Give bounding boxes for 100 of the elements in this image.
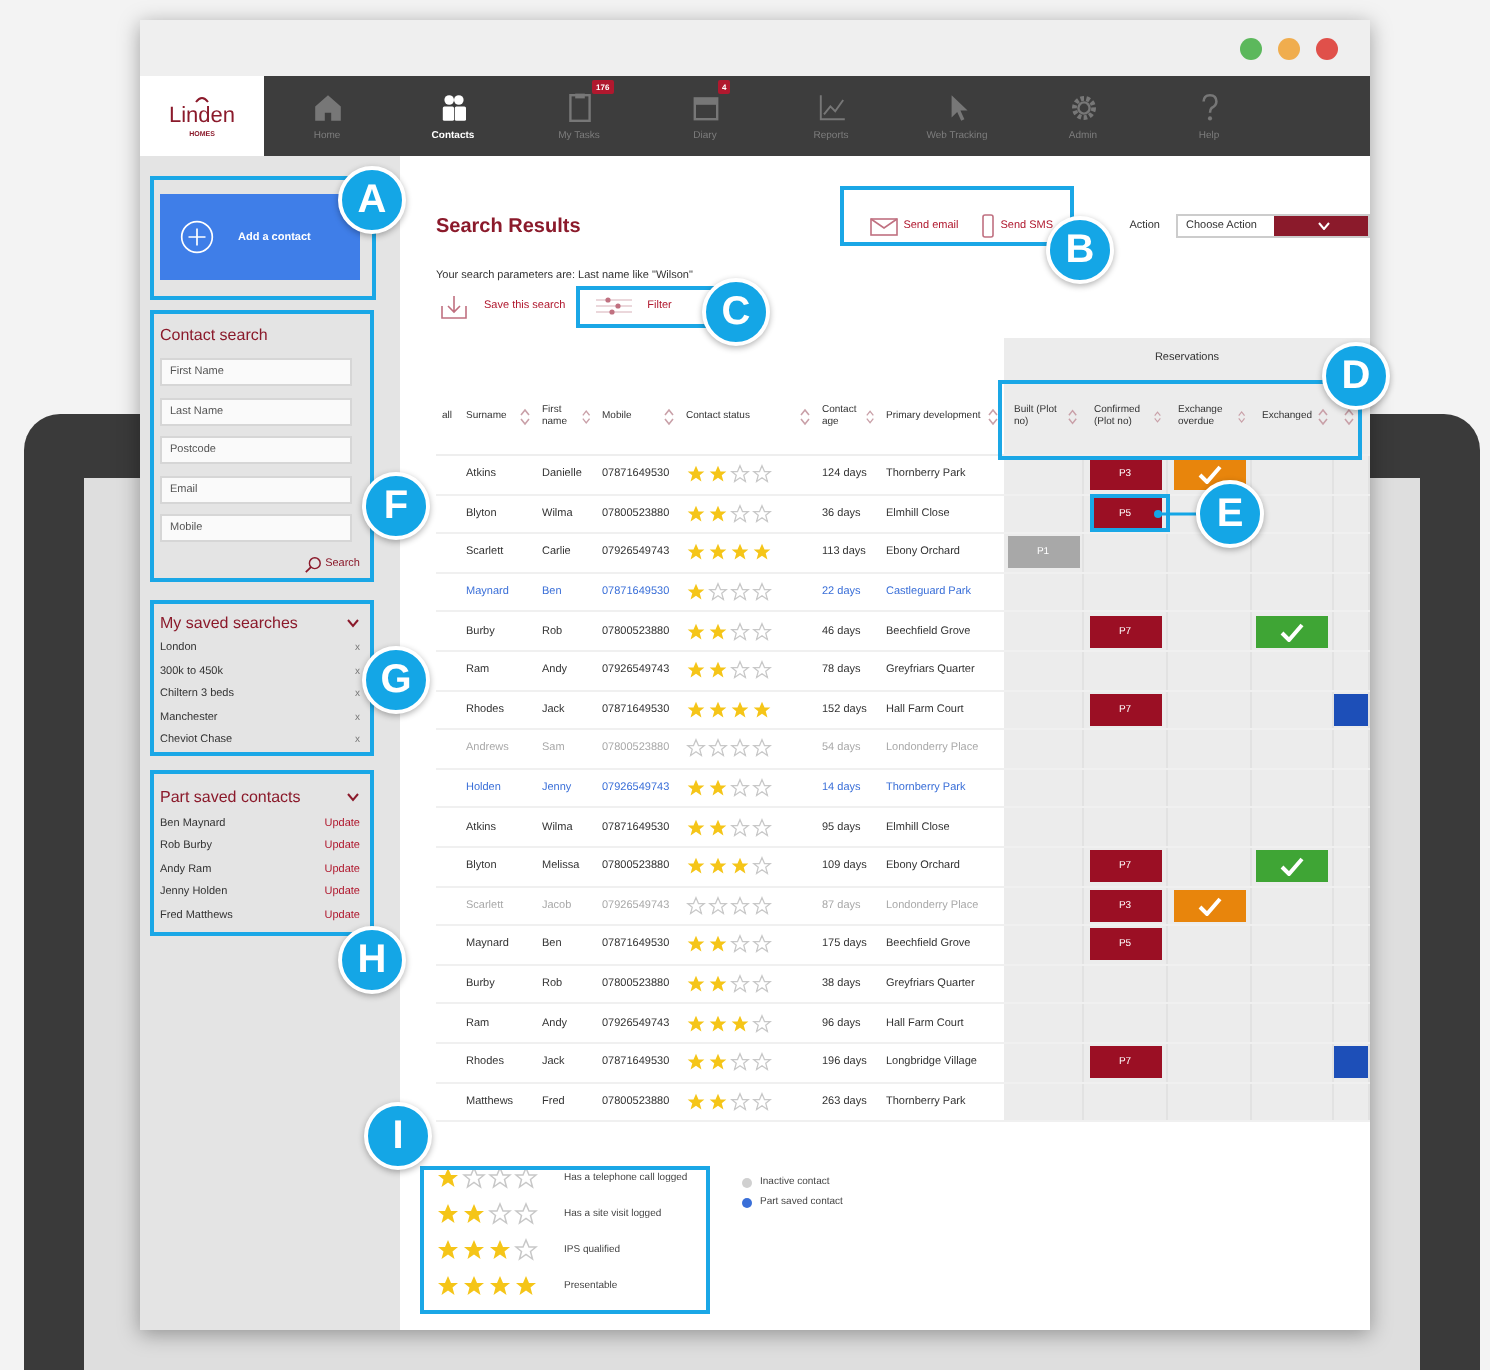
star-icon bbox=[730, 582, 750, 603]
star-icon bbox=[730, 542, 750, 563]
star-icon bbox=[708, 582, 728, 603]
star-icon bbox=[752, 464, 772, 485]
star-icon bbox=[436, 1166, 460, 1191]
phone-icon bbox=[982, 214, 995, 238]
star-icon bbox=[686, 778, 706, 799]
sort-icon[interactable] bbox=[1068, 407, 1078, 425]
star-icon bbox=[488, 1202, 512, 1227]
star-icon bbox=[730, 503, 750, 524]
star-icon bbox=[686, 856, 706, 877]
star-icon bbox=[436, 1202, 460, 1227]
line-chart-icon bbox=[815, 91, 847, 123]
section-title: My saved searches bbox=[160, 613, 298, 631]
star-icon bbox=[752, 699, 772, 720]
star-icon bbox=[488, 1166, 512, 1191]
star-icon bbox=[686, 464, 706, 485]
star-icon bbox=[708, 934, 728, 955]
star-icon bbox=[752, 895, 772, 916]
check-icon bbox=[1197, 464, 1221, 485]
section-title: Contact search bbox=[160, 326, 270, 344]
calendar-icon bbox=[689, 91, 721, 123]
sort-icon[interactable] bbox=[664, 407, 674, 425]
star-icon bbox=[686, 1052, 706, 1073]
star-icon bbox=[752, 503, 772, 524]
sort-icon[interactable] bbox=[581, 407, 590, 425]
star-icon bbox=[730, 934, 750, 955]
star-icon bbox=[752, 856, 772, 877]
people-icon bbox=[437, 91, 469, 123]
star-icon bbox=[752, 1091, 772, 1112]
sort-icon[interactable] bbox=[1154, 407, 1162, 425]
sliders-icon bbox=[595, 296, 632, 316]
sort-icon[interactable] bbox=[865, 407, 874, 425]
star-icon bbox=[752, 621, 772, 642]
star-icon bbox=[462, 1274, 486, 1299]
chevron-down-icon[interactable] bbox=[346, 792, 360, 802]
star-icon bbox=[686, 582, 706, 603]
star-icon bbox=[730, 817, 750, 838]
star-icon bbox=[708, 778, 728, 799]
star-icon bbox=[462, 1166, 486, 1191]
star-icon bbox=[752, 778, 772, 799]
star-icon bbox=[708, 974, 728, 995]
star-icon bbox=[686, 738, 706, 759]
star-icon bbox=[730, 660, 750, 681]
star-icon bbox=[686, 974, 706, 995]
star-icon bbox=[708, 699, 728, 720]
star-icon bbox=[514, 1202, 538, 1227]
page-title: Search Results bbox=[436, 215, 583, 237]
star-icon bbox=[752, 582, 772, 603]
star-icon bbox=[752, 817, 772, 838]
caret-icon bbox=[1318, 222, 1331, 230]
star-icon bbox=[730, 1052, 750, 1073]
sort-icon[interactable] bbox=[1318, 407, 1328, 425]
sort-icon[interactable] bbox=[1238, 407, 1246, 425]
star-icon bbox=[730, 974, 750, 995]
check-icon bbox=[1280, 856, 1304, 877]
sort-icon[interactable] bbox=[988, 407, 998, 425]
star-icon bbox=[708, 817, 728, 838]
star-icon bbox=[514, 1166, 538, 1191]
star-icon bbox=[730, 699, 750, 720]
star-icon bbox=[436, 1238, 460, 1263]
star-icon bbox=[752, 542, 772, 563]
star-icon bbox=[686, 542, 706, 563]
check-icon bbox=[1197, 895, 1221, 916]
star-icon bbox=[686, 895, 706, 916]
star-icon bbox=[708, 895, 728, 916]
star-icon bbox=[686, 1091, 706, 1112]
sort-icon[interactable] bbox=[520, 407, 530, 425]
sort-icon[interactable] bbox=[1344, 407, 1354, 425]
download-icon bbox=[440, 293, 468, 319]
star-icon bbox=[730, 1013, 750, 1034]
star-icon bbox=[514, 1238, 538, 1263]
envelope-icon bbox=[869, 217, 898, 235]
star-icon bbox=[752, 660, 772, 681]
star-icon bbox=[708, 542, 728, 563]
star-icon bbox=[752, 974, 772, 995]
sort-icon[interactable] bbox=[800, 407, 810, 425]
star-icon bbox=[730, 738, 750, 759]
star-icon bbox=[686, 817, 706, 838]
star-icon bbox=[708, 503, 728, 524]
star-icon bbox=[436, 1274, 460, 1299]
star-icon bbox=[708, 464, 728, 485]
chevron-down-icon[interactable] bbox=[346, 617, 360, 627]
star-icon bbox=[730, 778, 750, 799]
check-icon bbox=[1280, 621, 1304, 642]
section-title: Part saved contacts bbox=[160, 788, 301, 806]
gear-icon bbox=[1067, 91, 1099, 123]
star-icon bbox=[686, 503, 706, 524]
window-control-button[interactable] bbox=[1240, 37, 1262, 59]
star-icon bbox=[708, 621, 728, 642]
star-icon bbox=[730, 621, 750, 642]
window-control-button[interactable] bbox=[1316, 37, 1338, 59]
star-icon bbox=[686, 660, 706, 681]
star-icon bbox=[730, 895, 750, 916]
star-icon bbox=[730, 464, 750, 485]
star-icon bbox=[708, 660, 728, 681]
logo-text: Linden bbox=[168, 106, 236, 128]
window-control-button[interactable] bbox=[1278, 37, 1300, 59]
star-icon bbox=[462, 1202, 486, 1227]
star-icon bbox=[708, 1052, 728, 1073]
